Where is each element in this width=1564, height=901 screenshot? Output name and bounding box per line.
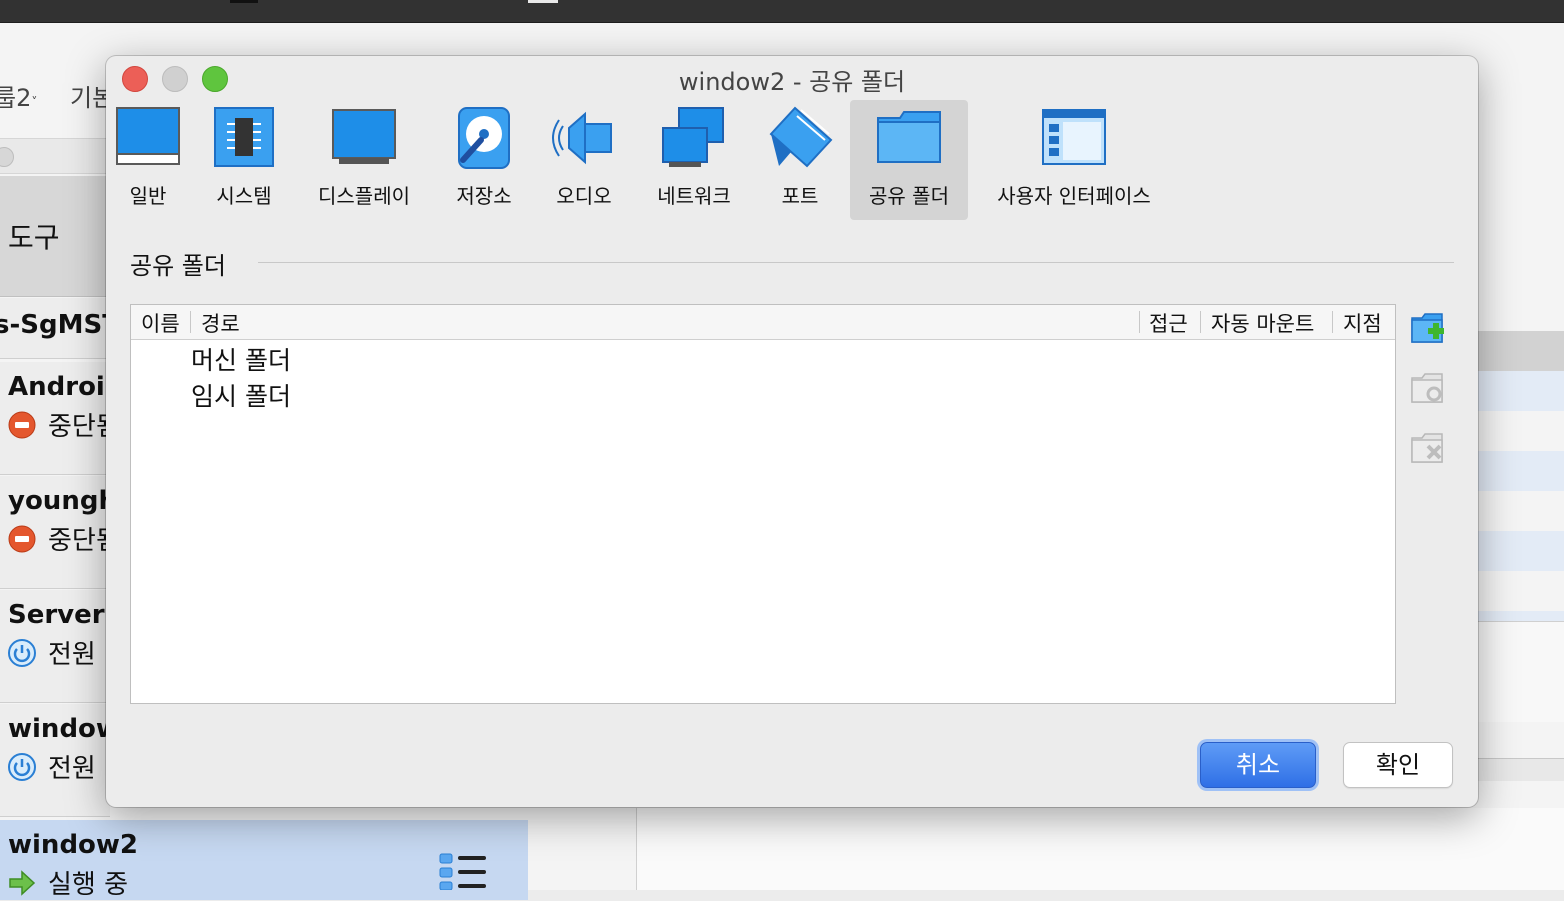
vm-status: 중단됨: [8, 520, 120, 557]
add-shared-folder-icon[interactable]: [1410, 312, 1446, 346]
menu-bar-item: [230, 0, 258, 3]
table-header: 이름 경로 접근 자동 마운트 지점: [131, 305, 1395, 340]
table-row[interactable]: 머신 폴더: [131, 341, 1395, 375]
column-header-mount-point[interactable]: 지점: [1343, 308, 1382, 338]
network-icon: [662, 107, 724, 167]
vm-status: 실행 중: [8, 864, 128, 901]
group-menu-label: 룹2: [0, 84, 32, 112]
vm-status: 전원: [8, 748, 96, 785]
group-menu[interactable]: 룹2˅: [0, 78, 37, 113]
tab-network[interactable]: 네트워크: [646, 100, 742, 220]
tab-label: 저장소: [456, 184, 512, 208]
column-header-access[interactable]: 접근: [1149, 308, 1188, 338]
display-icon: [332, 109, 396, 164]
tab-general[interactable]: 일반: [112, 100, 184, 220]
settings-dialog: window2 - 공유 폴더 일반 시스템 디스플레이 저장소 오디오 네트워…: [106, 56, 1478, 807]
vm-name: window2: [8, 830, 139, 860]
tab-audio[interactable]: 오디오: [546, 100, 622, 220]
stopped-status-icon: [8, 525, 36, 552]
power-off-status-icon: [8, 638, 36, 667]
tab-label: 일반: [129, 184, 167, 208]
tools-item[interactable]: 도구: [0, 176, 110, 297]
table-row[interactable]: 임시 폴더: [131, 377, 1395, 411]
menu-bar-item: [528, 0, 558, 3]
vm-name: window: [8, 714, 120, 744]
column-header-auto-mount[interactable]: 자동 마운트: [1211, 308, 1314, 338]
chevron-down-icon: ˅: [31, 95, 38, 109]
tab-storage[interactable]: 저장소: [444, 100, 524, 220]
section-divider: [258, 262, 1454, 263]
column-separator: [1139, 311, 1140, 333]
tab-shared-folders[interactable]: 공유 폴더: [850, 100, 968, 220]
tab-label: 네트워크: [657, 184, 731, 208]
ok-button[interactable]: 확인: [1343, 742, 1453, 788]
details-row: [1478, 451, 1564, 491]
details-row: [1478, 331, 1564, 371]
vm-status-text: 전원: [48, 640, 96, 670]
details-row: [1478, 621, 1564, 722]
tab-label: 시스템: [216, 184, 272, 208]
vm-list-item[interactable]: younghi 중단됨: [0, 476, 126, 589]
vm-status-text: 전원: [48, 754, 96, 784]
tab-label: 포트: [781, 184, 819, 208]
tab-label: 사용자 인터페이스: [997, 184, 1151, 208]
list-view-icon[interactable]: [438, 852, 488, 890]
vm-list-item[interactable]: s-SgMST: [0, 298, 120, 359]
vm-list-item[interactable]: Server 전원: [0, 590, 110, 703]
column-separator: [190, 311, 191, 333]
details-row: [1478, 531, 1564, 571]
edit-shared-folder-icon: [1411, 373, 1443, 403]
vm-name: s-SgMST: [0, 310, 120, 340]
table-row-label: 임시 폴더: [191, 382, 291, 411]
tab-label: 공유 폴더: [869, 184, 949, 208]
vm-list-item[interactable]: Android 중단됨: [0, 362, 123, 475]
tab-system[interactable]: 시스템: [206, 100, 282, 220]
column-separator: [1200, 311, 1201, 333]
vm-list-item[interactable]: window 전원: [0, 704, 120, 817]
tab-label: 오디오: [556, 184, 612, 208]
section-title: 공유 폴더: [130, 252, 226, 280]
column-separator: [1332, 311, 1333, 333]
tools-label: 도구: [8, 221, 60, 254]
stopped-status-icon: [8, 411, 36, 438]
cancel-button[interactable]: 취소: [1200, 742, 1316, 788]
port-icon: [769, 106, 833, 168]
dialog-titlebar: window2 - 공유 폴더: [106, 56, 1478, 100]
background-preview-pane: [636, 808, 1564, 890]
settings-tab-bar: 일반 시스템 디스플레이 저장소 오디오 네트워크 포트 공유 폴더 사용자 인…: [106, 100, 1478, 220]
vm-status: 전원: [8, 634, 96, 671]
shared-folders-table[interactable]: 이름 경로 접근 자동 마운트 지점 머신 폴더 임시 폴더: [130, 304, 1396, 704]
vm-status-text: 실행 중: [48, 870, 129, 900]
vm-name: Server: [8, 600, 105, 630]
column-header-path[interactable]: 경로: [201, 308, 240, 338]
background-details-pane: [1478, 295, 1564, 785]
details-row: [1478, 758, 1564, 781]
remove-shared-folder-icon: [1411, 433, 1443, 463]
tab-ports[interactable]: 포트: [766, 100, 834, 220]
table-row-label: 머신 폴더: [191, 346, 291, 375]
shared-folder-icon: [877, 111, 941, 163]
column-header-name[interactable]: 이름: [141, 308, 180, 338]
vm-status: 중단됨: [8, 406, 120, 443]
macos-menu-bar: [0, 0, 1564, 23]
running-status-icon: [9, 869, 36, 896]
storage-disk-icon: [458, 107, 510, 169]
power-off-status-icon: [8, 752, 36, 781]
system-chip-icon: [214, 107, 274, 167]
dialog-title: window2 - 공유 폴더: [678, 68, 906, 96]
audio-speaker-icon: [552, 111, 612, 165]
user-interface-icon: [1042, 109, 1106, 165]
search-dot-icon: [0, 147, 14, 167]
vm-sidebar: 도구 s-SgMST Android 중단됨 younghi 중단됨 Serve…: [0, 176, 528, 900]
tab-display[interactable]: 디스플레이: [306, 100, 422, 220]
tab-label: 디스플레이: [318, 184, 410, 208]
search-bar: [0, 138, 110, 174]
details-row: [1478, 371, 1564, 411]
general-icon: [116, 107, 180, 165]
tab-user-interface[interactable]: 사용자 인터페이스: [988, 100, 1160, 220]
